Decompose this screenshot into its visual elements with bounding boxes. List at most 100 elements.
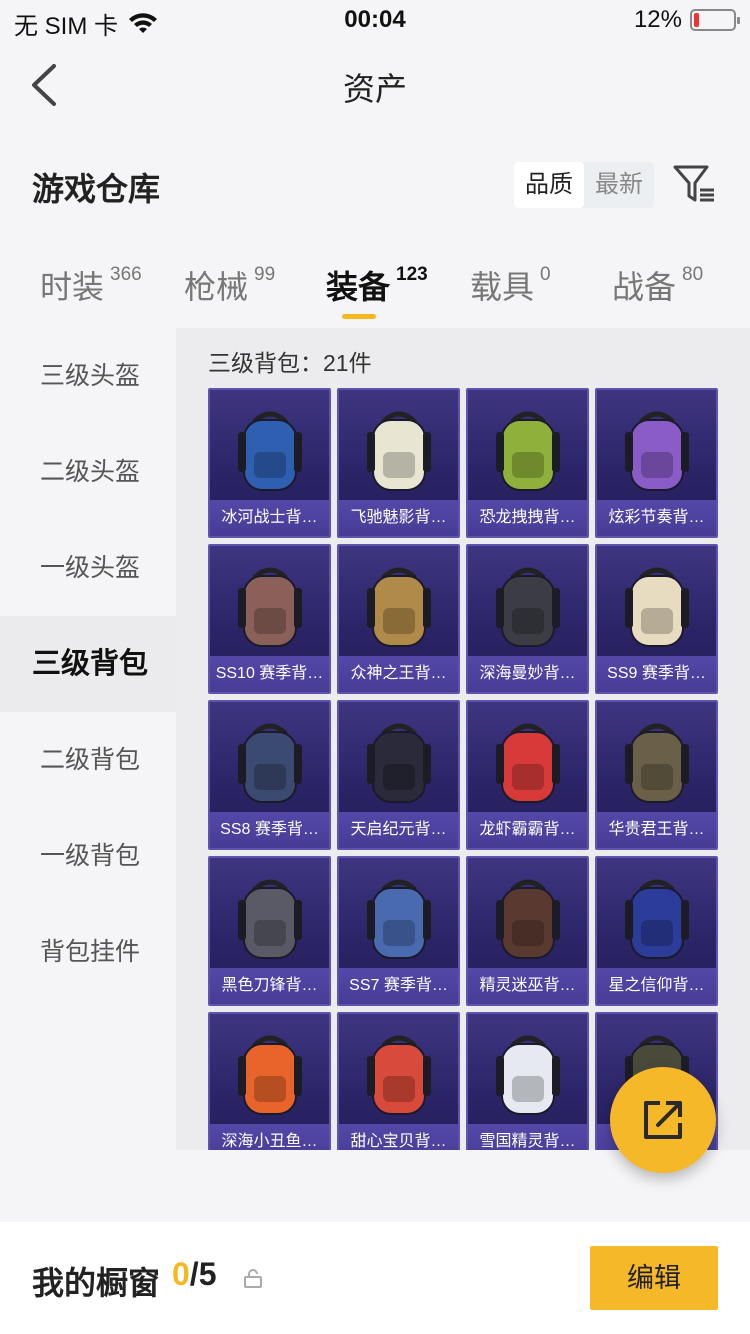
item-name: 炫彩节奏背… xyxy=(597,500,716,536)
item-card[interactable]: 雪国精灵背… xyxy=(466,1012,589,1150)
tab-count: 0 xyxy=(540,264,551,285)
filter-icon[interactable] xyxy=(672,162,716,206)
item-count-label: 三级背包：21件 xyxy=(208,350,372,376)
nav-bar: 资产 xyxy=(0,44,750,124)
item-name: 黑色刀锋背… xyxy=(210,968,329,1004)
tab-count: 123 xyxy=(396,264,428,285)
item-card[interactable]: 天启纪元背… xyxy=(337,700,460,850)
backpack-icon xyxy=(238,411,302,491)
item-panel: 三级背包：21件 冰河战士背… 飞驰魅影背… 恐龙拽拽背… 炫彩节奏背… SS10 赛季… xyxy=(176,328,750,1150)
backpack-icon xyxy=(625,879,689,959)
tab-label: 战备 xyxy=(612,269,677,305)
item-name: 恐龙拽拽背… xyxy=(468,500,587,536)
item-name: 龙虾霸霸背… xyxy=(468,812,587,848)
item-card[interactable]: 星之信仰背… xyxy=(595,856,718,1006)
status-right: 12% xyxy=(633,6,740,34)
tab-supplies[interactable]: 战备 80 xyxy=(612,262,703,308)
item-name: 众神之王背… xyxy=(339,656,458,692)
item-name: 冰河战士背… xyxy=(210,500,329,536)
tab-count: 80 xyxy=(682,264,704,285)
edit-button[interactable]: 编辑 xyxy=(590,1246,718,1310)
backpack-icon xyxy=(625,411,689,491)
item-card[interactable]: SS9 赛季背… xyxy=(595,544,718,694)
item-card[interactable]: SS10 赛季背… xyxy=(208,544,331,694)
showcase-total: /5 xyxy=(189,1256,217,1292)
item-name: 精灵迷巫背… xyxy=(468,968,587,1004)
item-name: 天启纪元背… xyxy=(339,812,458,848)
item-card[interactable]: SS8 赛季背… xyxy=(208,700,331,850)
sidebar-item-backpack-3[interactable]: 三级背包 xyxy=(0,616,176,712)
tab-label: 载具 xyxy=(470,269,535,305)
warehouse-title: 游戏仓库 xyxy=(32,171,161,207)
sidebar-item-helmet-3[interactable]: 三级头盔 xyxy=(0,328,176,424)
item-card[interactable]: 炫彩节奏背… xyxy=(595,388,718,538)
item-name: 深海曼妙背… xyxy=(468,656,587,692)
sort-newest-option[interactable]: 最新 xyxy=(584,162,654,208)
backpack-icon xyxy=(367,567,431,647)
showcase-bar: 我的橱窗 0/5 编辑 xyxy=(0,1222,750,1334)
tab-fashion[interactable]: 时装 366 xyxy=(40,262,142,308)
tab-label: 枪械 xyxy=(184,269,249,305)
item-card[interactable]: 深海曼妙背… xyxy=(466,544,589,694)
backpack-icon xyxy=(496,879,560,959)
tab-label: 时装 xyxy=(40,269,105,305)
category-tabs: 时装 366 枪械 99 装备 123 载具 0 战备 80 xyxy=(0,262,750,322)
backpack-icon xyxy=(496,567,560,647)
backpack-icon xyxy=(625,567,689,647)
item-card[interactable]: 深海小丑鱼… xyxy=(208,1012,331,1150)
battery-icon xyxy=(690,9,740,31)
backpack-icon xyxy=(496,723,560,803)
share-button[interactable] xyxy=(610,1067,716,1173)
item-card[interactable]: 飞驰魅影背… xyxy=(337,388,460,538)
sidebar-item-helmet-2[interactable]: 二级头盔 xyxy=(0,424,176,520)
backpack-icon xyxy=(625,723,689,803)
backpack-icon xyxy=(238,879,302,959)
item-name: SS8 赛季背… xyxy=(210,812,329,848)
item-card[interactable]: 华贵君王背… xyxy=(595,700,718,850)
backpack-icon xyxy=(367,411,431,491)
page-title: 资产 xyxy=(342,71,407,107)
item-card[interactable]: 恐龙拽拽背… xyxy=(466,388,589,538)
sidebar-item-helmet-1[interactable]: 一级头盔 xyxy=(0,520,176,616)
backpack-icon xyxy=(367,723,431,803)
showcase-current: 0 xyxy=(172,1256,190,1292)
battery-percent: 12% xyxy=(633,6,682,33)
active-tab-indicator xyxy=(342,314,376,319)
item-card[interactable]: 黑色刀锋背… xyxy=(208,856,331,1006)
lock-icon xyxy=(244,1269,262,1288)
item-name: 深海小丑鱼… xyxy=(210,1124,329,1150)
tab-count: 366 xyxy=(110,264,142,285)
item-card[interactable]: 众神之王背… xyxy=(337,544,460,694)
status-bar: 无 SIM 卡 00:04 12% xyxy=(0,0,750,40)
backpack-icon xyxy=(238,567,302,647)
sort-quality-option[interactable]: 品质 xyxy=(514,162,584,208)
item-card[interactable]: 精灵迷巫背… xyxy=(466,856,589,1006)
backpack-icon xyxy=(496,1035,560,1115)
showcase-count: 0/5 xyxy=(172,1256,216,1293)
showcase-title: 我的橱窗 xyxy=(32,1265,161,1301)
tab-vehicles[interactable]: 载具 0 xyxy=(470,262,551,308)
sidebar: 三级头盔 二级头盔 一级头盔 三级背包 二级背包 一级背包 背包挂件 xyxy=(0,328,176,1000)
tab-equipment[interactable]: 装备 123 xyxy=(326,262,428,308)
item-card[interactable]: 甜心宝贝背… xyxy=(337,1012,460,1150)
item-name: 雪国精灵背… xyxy=(468,1124,587,1150)
sidebar-item-backpack-charm[interactable]: 背包挂件 xyxy=(0,904,176,1000)
backpack-icon xyxy=(238,1035,302,1115)
sidebar-item-backpack-2[interactable]: 二级背包 xyxy=(0,712,176,808)
item-card[interactable]: 冰河战士背… xyxy=(208,388,331,538)
item-name: 华贵君王背… xyxy=(597,812,716,848)
item-name: SS7 赛季背… xyxy=(339,968,458,1004)
sort-toggle: 品质 最新 xyxy=(514,162,654,208)
item-name: 甜心宝贝背… xyxy=(339,1124,458,1150)
item-name: 飞驰魅影背… xyxy=(339,500,458,536)
item-card[interactable]: 龙虾霸霸背… xyxy=(466,700,589,850)
backpack-icon xyxy=(367,1035,431,1115)
tab-weapons[interactable]: 枪械 99 xyxy=(184,262,275,308)
item-card[interactable]: SS7 赛季背… xyxy=(337,856,460,1006)
backpack-icon xyxy=(496,411,560,491)
item-name: 星之信仰背… xyxy=(597,968,716,1004)
sidebar-item-backpack-1[interactable]: 一级背包 xyxy=(0,808,176,904)
item-grid: 冰河战士背… 飞驰魅影背… 恐龙拽拽背… 炫彩节奏背… SS10 赛季背… 众神之王背… 深… xyxy=(208,388,728,1150)
tab-label: 装备 xyxy=(326,269,391,305)
backpack-icon xyxy=(238,723,302,803)
